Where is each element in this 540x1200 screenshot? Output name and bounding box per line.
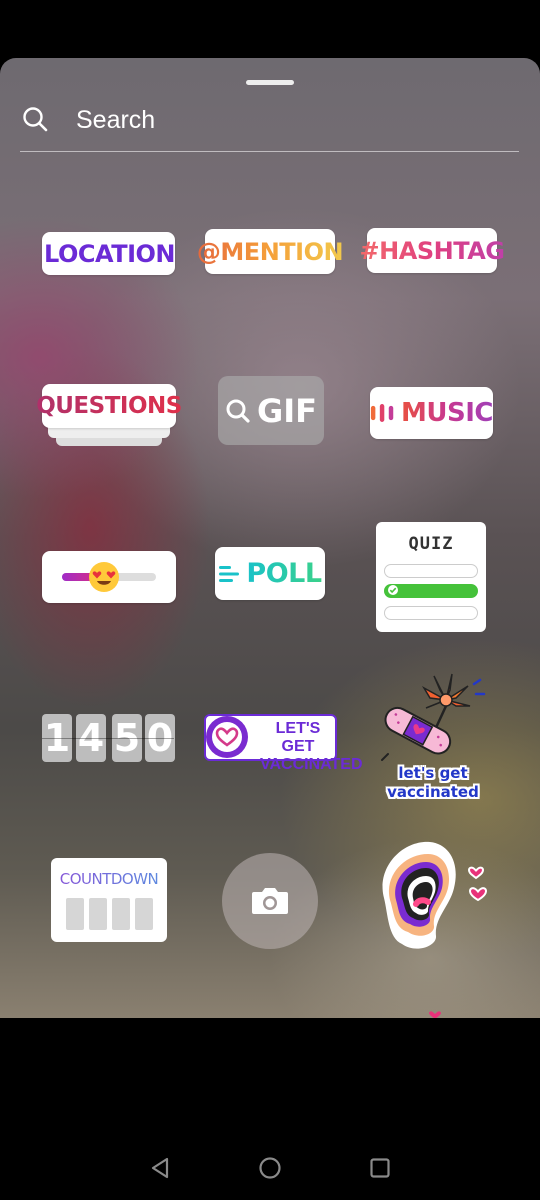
heart-badge-icon	[206, 716, 248, 758]
countdown-box	[112, 898, 130, 930]
recents-icon	[370, 1158, 390, 1178]
vaccinated-line2: VACCINATED	[260, 756, 363, 773]
questions-sticker[interactable]: QUESTIONS	[36, 384, 182, 450]
search-divider	[20, 151, 519, 152]
camera-sticker-button[interactable]	[222, 853, 318, 949]
lets-get-vaccinated-sticker[interactable]: let's get vaccinated	[376, 670, 490, 804]
drag-handle[interactable]	[246, 80, 294, 85]
nav-home-button[interactable]	[256, 1154, 284, 1182]
mention-sticker[interactable]: @MENTION	[197, 229, 344, 274]
camera-icon	[252, 888, 288, 914]
music-sticker[interactable]: MUSIC	[370, 387, 493, 439]
location-sticker[interactable]: LOCATION	[42, 232, 175, 275]
back-icon	[151, 1157, 169, 1179]
heart-eyes-emoji-icon	[89, 562, 119, 592]
time-sticker[interactable]: 1 4 5 0	[42, 714, 175, 762]
poll-lines-icon	[219, 565, 240, 582]
gif-sticker[interactable]: GIF	[218, 376, 324, 445]
mouth-sticker[interactable]	[364, 828, 500, 964]
quiz-sticker[interactable]: QUIZ	[376, 522, 486, 632]
search-icon	[22, 106, 48, 132]
questions-label: QUESTIONS	[36, 393, 182, 419]
search-bar	[0, 98, 540, 154]
gif-label: GIF	[256, 391, 318, 430]
questions-card: QUESTIONS	[36, 384, 182, 428]
countdown-box	[89, 898, 107, 930]
quiz-option	[384, 606, 478, 620]
sticker-tray: LOCATION @MENTION #HASHTAG QUESTIONS GIF…	[0, 58, 540, 1018]
lets-get-line1: let's get	[398, 764, 468, 782]
quiz-option-correct	[384, 584, 478, 598]
search-input[interactable]	[66, 100, 526, 140]
vaccinated-line1: LET'S GET	[275, 720, 321, 755]
system-navigation-bar	[0, 1110, 540, 1200]
search-icon	[226, 399, 250, 423]
hashtag-label: #HASHTAG	[359, 236, 505, 265]
quiz-option	[384, 564, 478, 578]
music-label: MUSIC	[401, 398, 493, 428]
hashtag-sticker[interactable]: #HASHTAG	[360, 228, 505, 273]
location-label: LOCATION	[44, 239, 175, 268]
emoji-slider-sticker[interactable]	[42, 551, 176, 603]
lets-get-line2: vaccinated	[387, 783, 479, 801]
nav-recents-button[interactable]	[366, 1154, 394, 1182]
vaccinated-sticker[interactable]: LET'S GET VACCINATED	[204, 714, 363, 773]
countdown-sticker[interactable]: COUNTDOWN	[51, 858, 167, 942]
heart-icon	[429, 1011, 441, 1018]
quiz-label: QUIZ	[408, 534, 454, 554]
countdown-box	[66, 898, 84, 930]
poll-sticker[interactable]: POLL	[215, 547, 325, 600]
music-bars-icon	[370, 404, 394, 422]
home-icon	[259, 1157, 281, 1179]
mention-label: @MENTION	[196, 237, 344, 266]
bandage-flower-icon	[381, 673, 486, 761]
clock-fold-line	[42, 738, 174, 739]
screaming-mouth-icon	[382, 841, 488, 949]
vaccinated-text: LET'S GET VACCINATED	[260, 720, 363, 774]
poll-label: POLL	[246, 558, 322, 589]
check-icon	[388, 585, 398, 595]
nav-back-button[interactable]	[146, 1154, 174, 1182]
countdown-box	[135, 898, 153, 930]
countdown-label: COUNTDOWN	[51, 870, 167, 888]
